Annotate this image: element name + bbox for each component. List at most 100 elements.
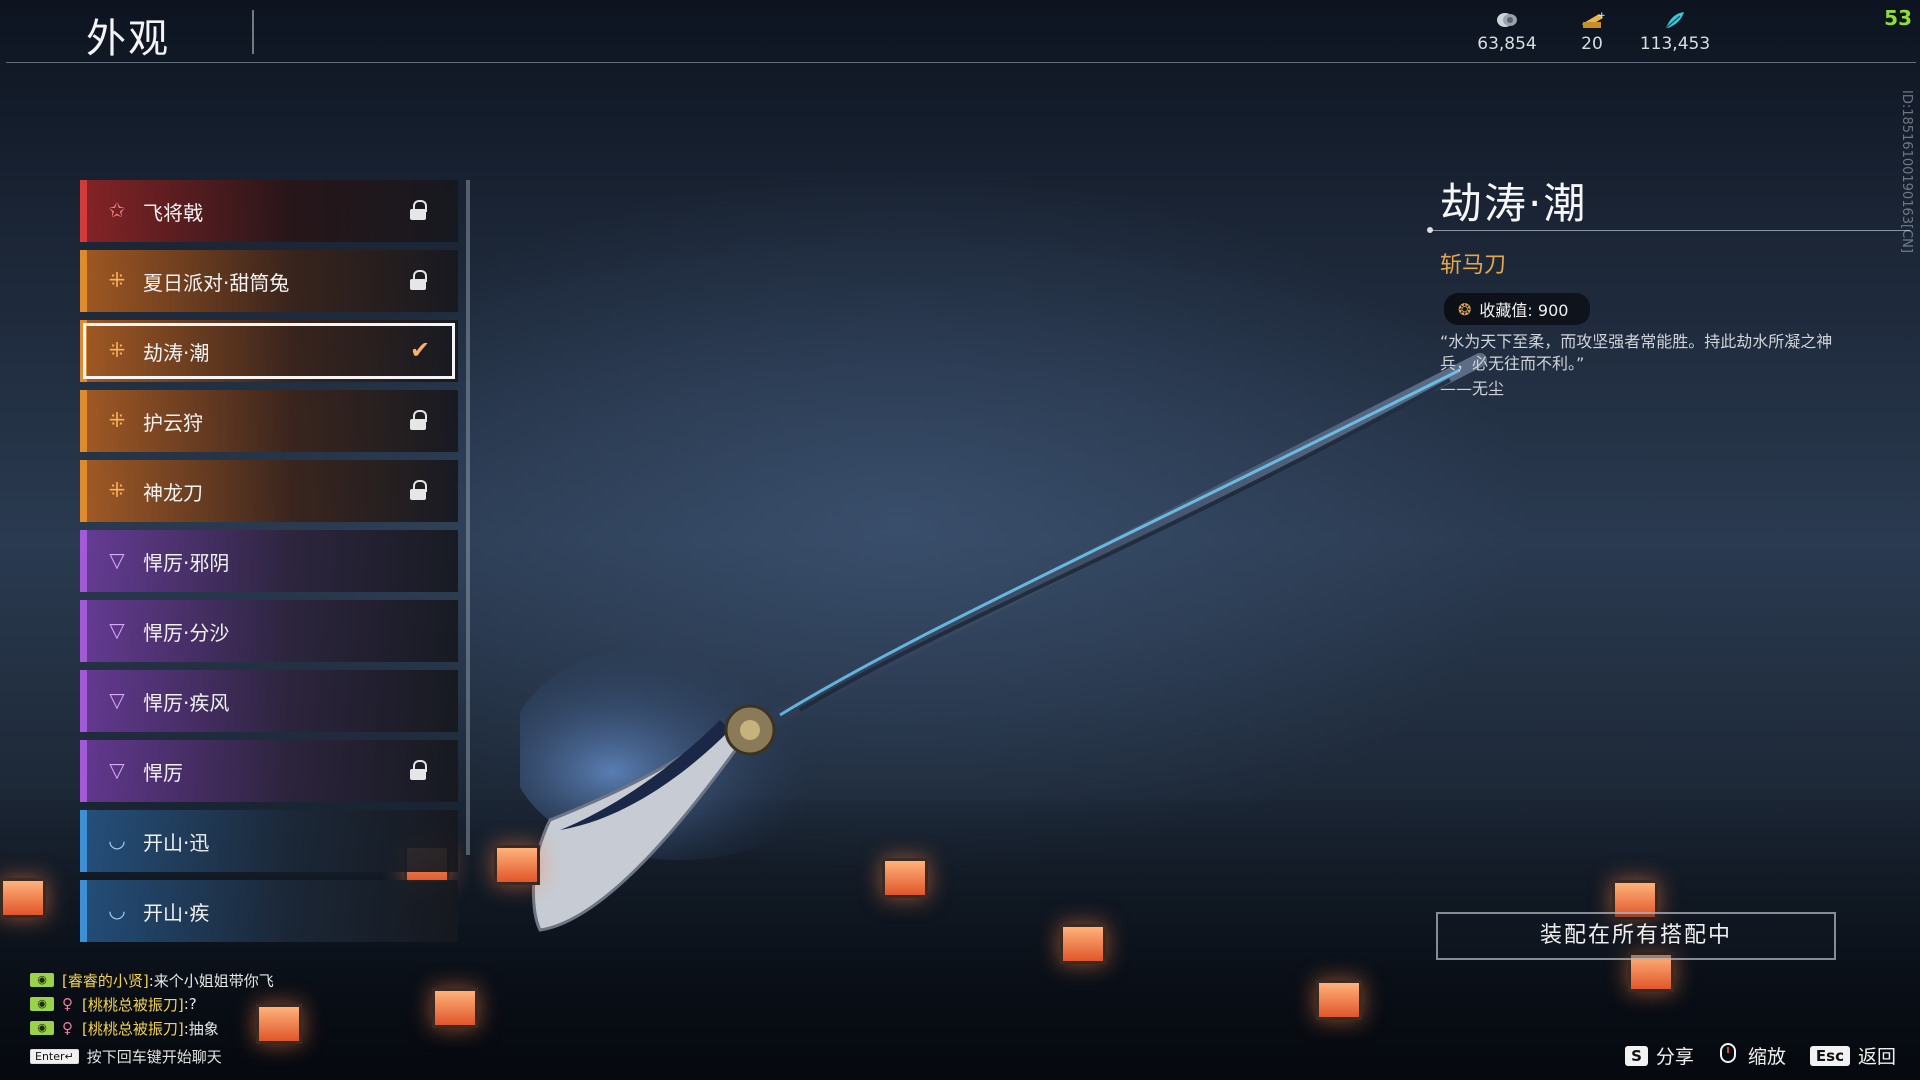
chat-text: :抽象	[183, 1019, 219, 1038]
currency-feathers: 113,453	[1630, 10, 1720, 54]
chat-text: :?	[183, 995, 197, 1013]
wing-quality-icon: ▽	[109, 688, 125, 712]
chat-box: ◉ [睿睿的小贤] :来个小姐姐带你飞 ◉ ♀ [桃桃总被振刀] :? ◉ ♀ …	[30, 968, 274, 1040]
chat-sender[interactable]: [桃桃总被振刀]	[82, 994, 184, 1015]
chat-message: ◉ ♀ [桃桃总被振刀] :?	[30, 992, 274, 1016]
quote-author: ——无尘	[1440, 379, 1505, 398]
list-item-label: 悍厉·邪阴	[143, 551, 230, 575]
list-item[interactable]: ▽ 悍厉·邪阴	[80, 530, 458, 592]
lock-icon	[410, 196, 434, 224]
title-divider	[252, 10, 254, 54]
list-item[interactable]: ⁜ 神龙刀	[80, 460, 458, 522]
detail-divider	[1427, 227, 1910, 233]
enter-key-icon: Enter↵	[30, 1049, 79, 1064]
list-item[interactable]: ▽ 悍厉	[80, 740, 458, 802]
esc-key-icon: Esc	[1809, 1045, 1850, 1066]
list-item-label: 劫涛·潮	[143, 341, 210, 365]
collection-value: 收藏值: 900	[1479, 301, 1569, 320]
zoom-hint[interactable]: 缩放	[1718, 1042, 1786, 1069]
list-item-label: 悍厉·分沙	[143, 621, 230, 645]
chat-sender[interactable]: [睿睿的小贤]	[62, 970, 149, 991]
check-icon: ✔	[410, 336, 431, 364]
list-item-label: 护云狩	[143, 411, 203, 435]
list-scrollbar[interactable]	[466, 180, 470, 855]
currency-tickets: + 20	[1547, 10, 1637, 54]
wing-quality-icon: ▽	[109, 758, 125, 782]
eyes-quality-icon: ◡	[108, 828, 126, 852]
list-item-label: 开山·迅	[143, 831, 210, 855]
list-item[interactable]: ▽ 悍厉·分沙	[80, 600, 458, 662]
currency-coins-value: 63,854	[1477, 34, 1537, 54]
female-icon: ♀	[62, 995, 73, 1013]
collection-value-badge: ❂ 收藏值: 900	[1444, 293, 1591, 325]
list-item[interactable]: ◡ 开山·疾	[80, 880, 458, 942]
world-channel-icon: ◉	[30, 1021, 54, 1035]
cross-quality-icon: ⁜	[108, 338, 126, 362]
weapon-preview-image[interactable]	[520, 300, 1520, 940]
list-item-selected[interactable]: ⁜ 劫涛·潮 ✔	[80, 320, 458, 382]
chat-enter-hint[interactable]: Enter↵ 按下回车键开始聊天	[30, 1046, 222, 1067]
lantern-decoration	[0, 878, 46, 918]
currency-tickets-value: 20	[1581, 34, 1603, 54]
lock-icon	[410, 266, 434, 294]
list-item-label: 飞将戟	[143, 201, 203, 225]
mouse-scroll-icon	[1718, 1043, 1740, 1068]
cross-quality-icon: ⁜	[108, 408, 126, 432]
back-hint[interactable]: Esc 返回	[1809, 1042, 1896, 1069]
ticket-icon: +	[1579, 10, 1606, 30]
item-name: 劫涛·潮	[1440, 179, 1588, 228]
list-item-label: 悍厉	[143, 761, 183, 785]
lantern-decoration	[882, 858, 928, 898]
star-quality-icon: ✩	[108, 198, 126, 222]
chat-text: :来个小姐姐带你飞	[148, 971, 274, 990]
item-quote: “水为天下至柔，而攻坚强者常能胜。持此劫水所凝之神兵，必无往而不利。”	[1440, 332, 1833, 373]
list-item[interactable]: ⁜ 护云狩	[80, 390, 458, 452]
s-key-icon: S	[1625, 1045, 1648, 1066]
lantern-decoration	[494, 845, 540, 885]
cross-quality-icon: ⁜	[108, 268, 126, 292]
lock-icon	[410, 476, 434, 504]
list-item-label: 神龙刀	[143, 481, 203, 505]
appearance-list: ✩ 飞将戟 ⁜ 夏日派对·甜筒兔 ⁜ 劫涛·潮 ✔ ⁜ 护云狩 ⁜ 神龙刀 ▽ …	[80, 180, 460, 950]
zoom-label: 缩放	[1747, 1046, 1786, 1068]
currency-coins: 63,854	[1462, 10, 1552, 54]
list-item[interactable]: ◡ 开山·迅	[80, 810, 458, 872]
world-channel-icon: ◉	[30, 973, 54, 987]
share-hint[interactable]: S 分享	[1625, 1042, 1694, 1069]
lock-icon	[410, 756, 434, 784]
chat-message: ◉ [睿睿的小贤] :来个小姐姐带你飞	[30, 968, 274, 992]
control-hints: S 分享 缩放 Esc 返回	[1625, 1042, 1896, 1069]
item-type: 斩马刀	[1440, 253, 1507, 278]
fps-counter: 53	[1884, 6, 1912, 30]
top-divider	[6, 62, 1916, 63]
collection-icon: ❂	[1458, 299, 1472, 319]
svg-text:+: +	[1598, 11, 1605, 21]
chat-message: ◉ ♀ [桃桃总被振刀] :抽象	[30, 1016, 274, 1040]
list-item[interactable]: ▽ 悍厉·疾风	[80, 670, 458, 732]
lock-icon	[410, 406, 434, 434]
list-item-label: 夏日派对·甜筒兔	[143, 271, 290, 295]
feather-icon	[1662, 10, 1688, 30]
top-bar: 外观 63,854 + 20 113,453 53	[0, 0, 1920, 64]
world-channel-icon: ◉	[30, 997, 54, 1011]
lantern-decoration	[1060, 924, 1106, 964]
eyes-quality-icon: ◡	[108, 898, 126, 922]
wing-quality-icon: ▽	[109, 618, 125, 642]
list-item[interactable]: ✩ 飞将戟	[80, 180, 458, 242]
currency-feathers-value: 113,453	[1639, 34, 1711, 54]
page-title: 外观	[86, 16, 170, 62]
cross-quality-icon: ⁜	[108, 478, 126, 502]
equip-all-button[interactable]: 装配在所有搭配中	[1436, 912, 1836, 960]
list-item-label: 开山·疾	[143, 901, 210, 925]
lantern-decoration	[432, 988, 478, 1028]
chat-hint-text: 按下回车键开始聊天	[86, 1048, 222, 1066]
share-label: 分享	[1655, 1046, 1694, 1068]
wing-quality-icon: ▽	[109, 548, 125, 572]
lantern-decoration	[1316, 980, 1362, 1020]
list-item[interactable]: ⁜ 夏日派对·甜筒兔	[80, 250, 458, 312]
list-item-label: 悍厉·疾风	[143, 691, 230, 715]
back-label: 返回	[1857, 1046, 1896, 1068]
coin-stack-icon	[1494, 10, 1520, 30]
detail-panel: 劫涛·潮 斩马刀 ❂ 收藏值: 900 “水为天下至柔，而攻坚强者常能胜。持此劫…	[1427, 170, 1910, 399]
chat-sender[interactable]: [桃桃总被振刀]	[82, 1018, 184, 1039]
